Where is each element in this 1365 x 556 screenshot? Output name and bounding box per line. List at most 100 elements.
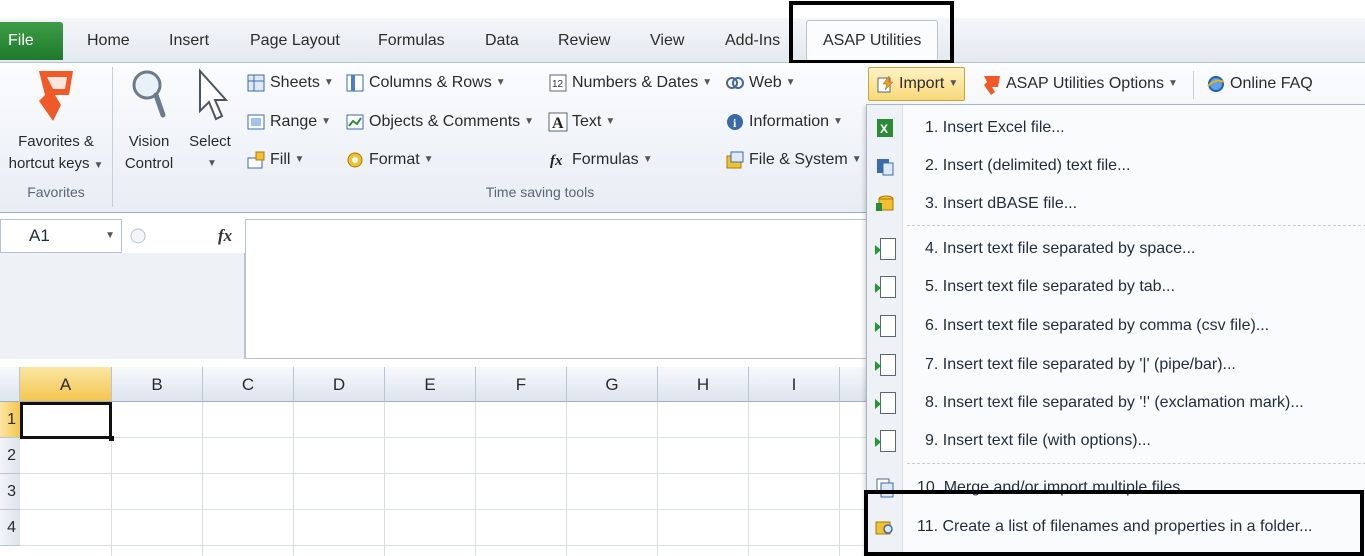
favorites-label-2: hortcut keys ▼ bbox=[8, 155, 104, 172]
file-system-icon bbox=[725, 150, 745, 170]
svg-text:A: A bbox=[552, 115, 564, 132]
fill-button[interactable]: Fill ▼ bbox=[246, 146, 304, 174]
favorites-button[interactable]: Favorites & hortcut keys ▼ bbox=[0, 67, 112, 177]
formulas-button[interactable]: fx Formulas ▼ bbox=[548, 146, 653, 174]
import-button[interactable]: Import ▼ bbox=[868, 67, 966, 101]
database-icon bbox=[875, 193, 895, 215]
tab-formulas[interactable]: Formulas bbox=[378, 22, 445, 60]
format-label: Format bbox=[369, 151, 420, 168]
menu-item-separated-by-comma[interactable]: 6. Insert text file separated by comma (… bbox=[867, 307, 1365, 345]
menu-item-separated-by-exclamation[interactable]: 8. Insert text file separated by '!' (ex… bbox=[867, 384, 1365, 422]
name-box[interactable]: A1 ▼ bbox=[0, 219, 122, 253]
formula-bar-handle-icon[interactable] bbox=[128, 224, 156, 248]
svg-text:12: 12 bbox=[552, 79, 564, 90]
menu-item-separated-by-tab[interactable]: 5. Insert text file separated by tab... bbox=[867, 268, 1365, 306]
column-header[interactable]: E bbox=[385, 367, 476, 402]
grid-line bbox=[384, 402, 385, 556]
menu-item-merge-import-multiple[interactable]: 10. Merge and/or import multiple files..… bbox=[867, 469, 1365, 507]
information-label: Information bbox=[749, 113, 830, 130]
formula-input[interactable] bbox=[245, 219, 867, 359]
column-header-partial[interactable] bbox=[840, 367, 867, 402]
column-header[interactable]: A bbox=[20, 367, 112, 402]
text-file-icon bbox=[875, 354, 896, 376]
column-header[interactable]: F bbox=[476, 367, 567, 402]
menu-item-label: 4. Insert text file separated by space..… bbox=[925, 240, 1196, 257]
cursor-arrow-icon bbox=[199, 68, 228, 121]
import-menu: X 1. Insert Excel file... 2. Insert (del… bbox=[866, 104, 1365, 556]
tab-file[interactable]: File bbox=[0, 22, 63, 60]
grid-line bbox=[475, 402, 476, 556]
menu-item-create-filename-list[interactable]: 11. Create a list of filenames and prope… bbox=[867, 508, 1365, 546]
objects-comments-icon bbox=[345, 112, 365, 132]
column-header[interactable]: H bbox=[658, 367, 749, 402]
columns-rows-button[interactable]: Columns & Rows ▼ bbox=[345, 69, 506, 97]
tab-page-layout[interactable]: Page Layout bbox=[250, 22, 340, 60]
web-button[interactable]: Web ▼ bbox=[725, 69, 796, 97]
text-file-icon bbox=[875, 276, 896, 298]
tab-asap-utilities[interactable]: ASAP Utilities bbox=[806, 20, 939, 63]
numbers-dates-icon: 12 bbox=[548, 73, 568, 93]
menu-item-insert-dbase-file[interactable]: 3. Insert dBASE file... bbox=[867, 185, 1365, 223]
tab-add-ins[interactable]: Add-Ins bbox=[725, 22, 780, 60]
row-header[interactable]: 4 bbox=[0, 510, 20, 546]
objects-comments-label: Objects & Comments bbox=[369, 113, 521, 130]
formula-bar-left-panel bbox=[0, 253, 245, 359]
columns-rows-icon bbox=[345, 73, 365, 93]
row-header[interactable]: 3 bbox=[0, 474, 20, 510]
column-header[interactable]: I bbox=[749, 367, 840, 402]
numbers-dates-label: Numbers & Dates bbox=[572, 74, 699, 91]
column-header[interactable]: C bbox=[203, 367, 294, 402]
web-icon bbox=[725, 73, 745, 93]
import-label: Import bbox=[899, 75, 945, 92]
import-icon bbox=[875, 74, 895, 94]
numbers-dates-button[interactable]: 12 Numbers & Dates ▼ bbox=[548, 69, 712, 97]
menu-item-text-file-with-options[interactable]: 9. Insert text file (with options)... bbox=[867, 422, 1365, 460]
group-separator bbox=[112, 67, 113, 207]
menu-item-label: 11. Create a list of filenames and prope… bbox=[917, 518, 1313, 535]
text-label: Text bbox=[572, 113, 602, 130]
menu-item-separated-by-space[interactable]: 4. Insert text file separated by space..… bbox=[867, 230, 1365, 268]
format-icon bbox=[345, 150, 365, 170]
asap-options-label: ASAP Utilities Options bbox=[1006, 75, 1164, 92]
grid-line bbox=[566, 402, 567, 556]
select-button[interactable]: Select ▼ bbox=[182, 67, 238, 175]
grid-line bbox=[657, 402, 658, 556]
tab-insert[interactable]: Insert bbox=[169, 22, 209, 60]
row-header[interactable]: 2 bbox=[0, 438, 20, 474]
objects-comments-button[interactable]: Objects & Comments ▼ bbox=[345, 108, 534, 136]
asap-options-button[interactable]: ASAP Utilities Options ▼ bbox=[982, 70, 1178, 98]
menu-item-label: 3. Insert dBASE file... bbox=[925, 195, 1078, 212]
name-box-dropdown-icon[interactable]: ▼ bbox=[105, 220, 115, 252]
menu-item-separated-by-pipe[interactable]: 7. Insert text file separated by '|' (pi… bbox=[867, 346, 1365, 384]
menu-item-label: 10. Merge and/or import multiple files..… bbox=[917, 479, 1194, 496]
worksheet-grid[interactable]: A B C D E F G H I 1 2 3 4 bbox=[0, 367, 867, 556]
tab-home[interactable]: Home bbox=[87, 22, 130, 60]
format-button[interactable]: Format ▼ bbox=[345, 146, 434, 174]
tab-review[interactable]: Review bbox=[558, 22, 610, 60]
tab-data[interactable]: Data bbox=[485, 22, 519, 60]
select-dropdown-icon: ▼ bbox=[207, 158, 217, 169]
fx-icon: fx bbox=[548, 150, 568, 170]
online-faq-button[interactable]: Online FAQ bbox=[1206, 70, 1313, 98]
vision-control-button[interactable]: Vision Control bbox=[118, 67, 180, 175]
active-cell-a1[interactable] bbox=[20, 402, 114, 441]
column-header[interactable]: B bbox=[112, 367, 203, 402]
text-button[interactable]: A Text ▼ bbox=[548, 108, 615, 136]
file-system-button[interactable]: File & System ▼ bbox=[725, 146, 862, 174]
range-icon bbox=[246, 112, 266, 132]
information-button[interactable]: i Information ▼ bbox=[725, 108, 843, 136]
menu-item-insert-delimited-text-file[interactable]: 2. Insert (delimited) text file... bbox=[867, 147, 1365, 185]
tab-view[interactable]: View bbox=[650, 22, 684, 60]
column-header[interactable]: G bbox=[567, 367, 658, 402]
folder-list-icon bbox=[875, 516, 895, 538]
sheets-button[interactable]: Sheets ▼ bbox=[246, 69, 334, 97]
menu-item-insert-excel-file[interactable]: X 1. Insert Excel file... bbox=[867, 109, 1365, 147]
select-all-corner[interactable] bbox=[0, 367, 20, 402]
insert-function-icon[interactable]: fx bbox=[218, 226, 232, 246]
web-label: Web bbox=[749, 74, 782, 91]
menu-item-label: 1. Insert Excel file... bbox=[925, 119, 1065, 136]
range-button[interactable]: Range ▼ bbox=[246, 108, 331, 136]
row-header[interactable]: 1 bbox=[0, 402, 20, 438]
column-header[interactable]: D bbox=[294, 367, 385, 402]
merge-files-icon bbox=[875, 477, 895, 499]
